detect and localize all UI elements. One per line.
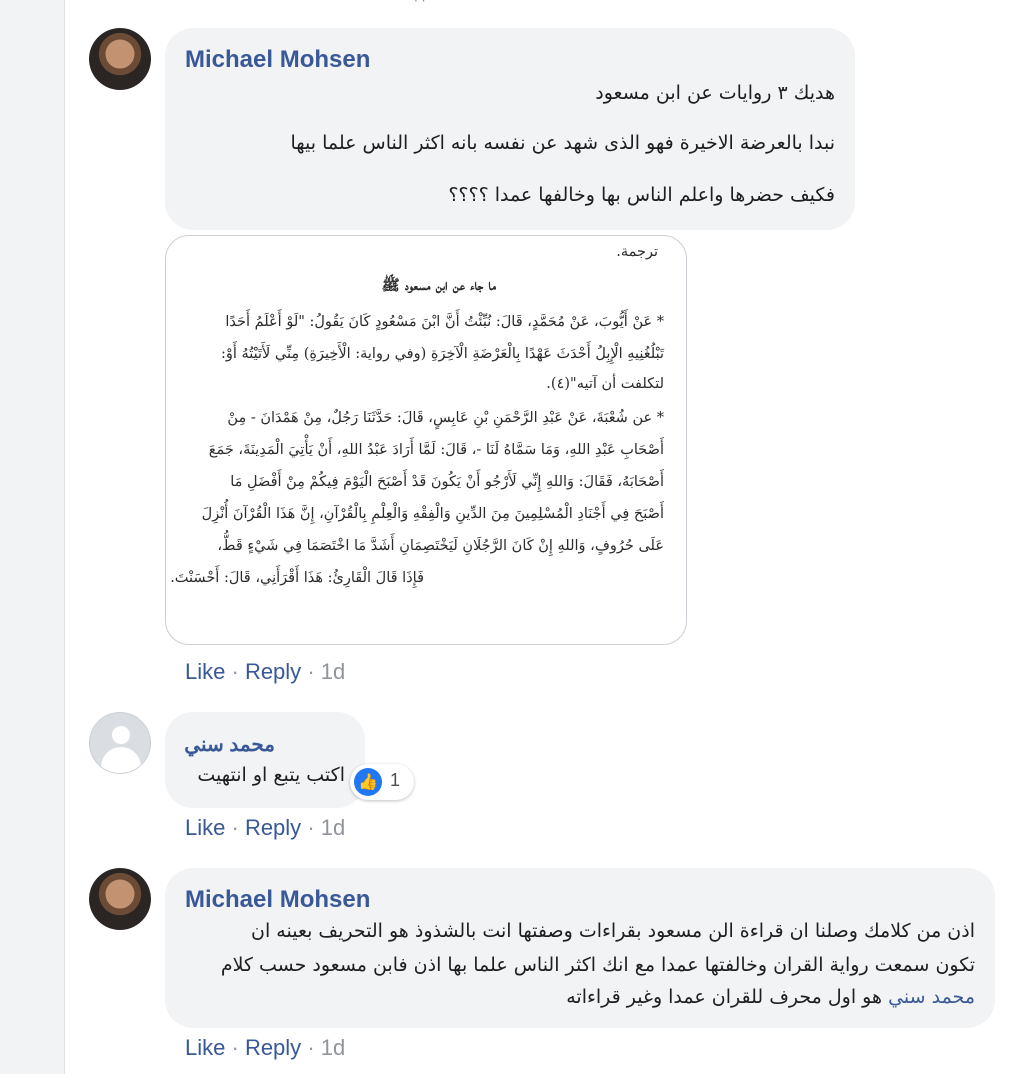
- avatar[interactable]: [89, 868, 151, 930]
- comment-actions: Like · Reply · 1d: [185, 1035, 345, 1061]
- mention-link[interactable]: محمد سني: [888, 986, 975, 1008]
- comment-bubble: محمد سني اكتب يتبع او انتهيت: [165, 712, 365, 808]
- comment-text-fragment: هو اول محرف للقران عمدا وغير قراءاته: [566, 986, 883, 1008]
- separator: ·: [307, 1035, 315, 1060]
- comment-text-line: فكيف حضرها واعلم الناس بها وخالفها عمدا …: [448, 184, 835, 206]
- comment-text-line: هديك ٣ روايات عن ابن مسعود: [595, 82, 835, 104]
- reply-link[interactable]: Reply: [245, 1035, 301, 1060]
- scan-line: تَبْلُغُنِيهِ الْإِبِلُ أَحْدَثَ عَهْدًا…: [220, 346, 664, 362]
- truncated-actions: · ·: [414, 0, 426, 8]
- left-rail: [0, 0, 65, 1074]
- reaction-count: 1: [390, 770, 401, 790]
- scan-line: فَإِذَا قَالَ الْقَارِئُ: هَذَا أَقْرَأَ…: [170, 570, 424, 586]
- avatar[interactable]: [89, 712, 151, 774]
- like-link[interactable]: Like: [185, 659, 225, 684]
- comment-text-line: اذن من كلامك وصلنا ان قراءة الن مسعود بق…: [251, 920, 975, 942]
- separator: ·: [231, 659, 239, 684]
- comment-text-line: نبدا بالعرضة الاخيرة فهو الذى شهد عن نفس…: [290, 132, 835, 154]
- scan-line: أَصْبَحَ فِي أَجْنَادِ الْمُسْلِمِينَ مِ…: [201, 506, 664, 522]
- scan-title: ما جاء عن ابن مسعود ﷺ: [381, 276, 496, 294]
- comment-text-line: محمد سني هو اول محرف للقران عمدا وغير قر…: [566, 986, 975, 1008]
- like-link[interactable]: Like: [185, 1035, 225, 1060]
- scan-line: * عَنْ أَيُّوبَ، عَنْ مُحَمَّدٍ، قَالَ: …: [225, 314, 664, 330]
- comment-bubble: Michael Mohsen هديك ٣ روايات عن ابن مسعو…: [165, 28, 855, 230]
- scan-line: عَلَى حُرُوفٍ، وَاللهِ إِنْ كَانَ الرَّج…: [217, 538, 664, 554]
- comment-author[interactable]: Michael Mohsen: [185, 46, 370, 74]
- scan-line: * عن شُعْبَةَ، عَنْ عَبْدِ الرَّحْمَنِ ب…: [227, 410, 664, 426]
- scan-line: لتكلفت أن آتيه"(٤).: [546, 376, 664, 392]
- comment-author[interactable]: Michael Mohsen: [185, 886, 370, 914]
- like-link[interactable]: Like: [185, 815, 225, 840]
- comment-bubble: Michael Mohsen اذن من كلامك وصلنا ان قرا…: [165, 868, 995, 1028]
- scan-header: ترجمة.: [616, 244, 658, 260]
- comment-text-line: تكون سمعت رواية القران وخالفتها عمدا مع …: [220, 954, 975, 976]
- comment-text-line: اكتب يتبع او انتهيت: [197, 764, 345, 786]
- separator: ·: [231, 815, 239, 840]
- default-avatar-head: [112, 726, 130, 744]
- scan-line: أَصْحَابِ عَبْدِ اللهِ، وَمَا سَمَّاهُ ل…: [208, 442, 664, 458]
- timestamp[interactable]: 1d: [321, 815, 345, 840]
- comment-actions: Like · Reply · 1d: [185, 815, 345, 841]
- comment-actions: Like · Reply · 1d: [185, 659, 345, 685]
- default-avatar-body: [101, 747, 141, 773]
- comments-thread: · · Michael Mohsen هديك ٣ روايات عن ابن …: [65, 0, 1018, 1074]
- reply-link[interactable]: Reply: [245, 815, 301, 840]
- separator: ·: [231, 1035, 239, 1060]
- separator: ·: [307, 815, 315, 840]
- thumbs-up-icon: 👍: [354, 768, 382, 796]
- attached-image[interactable]: ترجمة. ما جاء عن ابن مسعود ﷺ * عَنْ أَيُ…: [165, 235, 687, 645]
- timestamp[interactable]: 1d: [321, 1035, 345, 1060]
- reply-link[interactable]: Reply: [245, 659, 301, 684]
- separator: ·: [307, 659, 315, 684]
- avatar[interactable]: [89, 28, 151, 90]
- comment-author[interactable]: محمد سني: [184, 732, 275, 757]
- scan-line: أَصْحَابَهُ، فَقَالَ: وَاللهِ إِنِّي لَأ…: [230, 474, 664, 490]
- reaction-badge[interactable]: 👍 1: [350, 764, 414, 800]
- timestamp[interactable]: 1d: [321, 659, 345, 684]
